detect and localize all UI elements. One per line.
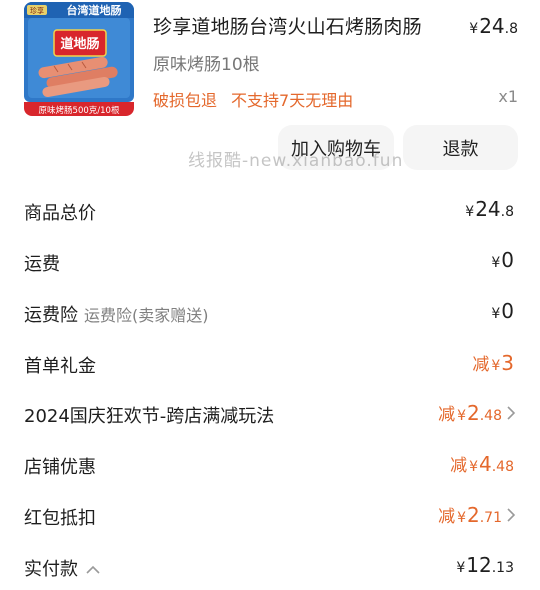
service-tag-damage-refund: 破损包退 [153,91,218,110]
amount-integer: 2 [467,401,480,425]
shipping-insurance-label: 运费险 运费险(卖家赠送) [24,301,209,327]
product-quantity: x1 [498,87,518,106]
first-order-gift-label: 首单礼金 [24,356,96,377]
service-tags: 破损包退 不支持7天无理由 [153,87,353,111]
currency-symbol: ¥ [469,21,479,37]
product-thumbnail[interactable]: 珍享 台湾道地肠 道地肠 原味烤肠500克/10根 [24,2,134,116]
product-package-image: 珍享 台湾道地肠 道地肠 原味烤肠500克/10根 [24,2,134,116]
shipping-insurance-value: ¥0 [491,299,514,323]
goods-total-label: 商品总价 [24,203,96,224]
red-packet-value[interactable]: 减 ¥2.71 [438,502,516,527]
package-banner-text: 台湾道地肠 [67,3,122,17]
amount-integer: 0 [501,299,514,323]
summary-row-goods-total: 商品总价 ¥24.8 [0,195,540,231]
currency-symbol: ¥ [469,459,478,475]
store-discount-value: 减 ¥4.48 [450,451,514,476]
summary-row-actual-paid[interactable]: 实付款 ¥12.13 [0,551,540,587]
discount-prefix: 减 [450,456,468,476]
discount-prefix: 减 [438,507,456,527]
product-title[interactable]: 珍享道地肠台湾火山石烤肠肉肠 [153,12,422,39]
red-packet-label: 红包抵扣 [24,508,96,529]
brand-badge-text: 珍享 [30,6,44,15]
summary-row-shipping-insurance: 运费险 运费险(卖家赠送) ¥0 [0,297,540,333]
goods-total-value: ¥24.8 [465,197,514,221]
chevron-up-icon[interactable] [86,565,100,575]
summary-row-festival-promo[interactable]: 2024国庆狂欢节-跨店满减玩法 减 ¥2.48 [0,398,540,434]
price-integer: 24 [479,14,505,38]
refund-button[interactable]: 退款 [403,125,518,170]
order-item[interactable]: 珍享 台湾道地肠 道地肠 原味烤肠500克/10根 珍享道地肠台湾火山石烤肠肉肠… [0,0,540,120]
add-to-cart-button[interactable]: 加入购物车 [278,125,394,170]
shipping-label: 运费 [24,254,60,275]
first-order-gift-value: 减 ¥3 [472,350,514,375]
amount-decimal: .48 [491,459,514,475]
amount-decimal: .48 [479,408,502,424]
actual-paid-title: 实付款 [24,559,78,580]
amount-integer: 4 [479,452,492,476]
shipping-insurance-note: 运费险(卖家赠送) [84,306,209,325]
amount-integer: 2 [467,503,480,527]
package-logo-text: 道地肠 [60,36,99,52]
currency-symbol: ¥ [457,510,466,526]
amount-integer: 3 [501,351,514,375]
currency-symbol: ¥ [491,255,501,271]
summary-row-red-packet[interactable]: 红包抵扣 减 ¥2.71 [0,500,540,536]
festival-promo-value[interactable]: 减 ¥2.48 [438,400,516,425]
chevron-right-icon[interactable] [506,406,516,420]
currency-symbol: ¥ [491,306,501,322]
currency-symbol: ¥ [457,408,466,424]
product-spec: 原味烤肠10根 [153,55,260,75]
festival-promo-label: 2024国庆狂欢节-跨店满减玩法 [24,406,275,427]
amount-decimal: .71 [479,510,502,526]
summary-row-first-order-gift: 首单礼金 减 ¥3 [0,348,540,384]
shipping-value: ¥0 [491,248,514,272]
currency-symbol: ¥ [491,358,501,374]
actual-paid-label[interactable]: 实付款 [24,555,100,581]
summary-row-shipping: 运费 ¥0 [0,246,540,282]
summary-row-store-discount: 店铺优惠 减 ¥4.48 [0,449,540,485]
currency-symbol: ¥ [465,204,475,220]
amount-decimal: .13 [491,560,514,576]
currency-symbol: ¥ [456,560,466,576]
actual-paid-value: ¥12.13 [456,553,514,577]
package-caption-text: 原味烤肠500克/10根 [39,105,120,116]
amount-integer: 24 [475,197,501,221]
product-price: ¥24.8 [469,14,518,38]
amount-decimal: .8 [500,204,514,220]
discount-prefix: 减 [472,355,490,375]
price-decimal: .8 [504,21,518,37]
amount-integer: 12 [466,553,492,577]
store-discount-label: 店铺优惠 [24,457,96,478]
service-tag-no-7day-return: 不支持7天无理由 [231,91,354,110]
amount-integer: 0 [501,248,514,272]
shipping-insurance-title: 运费险 [24,305,78,326]
discount-prefix: 减 [438,405,456,425]
chevron-right-icon[interactable] [506,508,516,522]
